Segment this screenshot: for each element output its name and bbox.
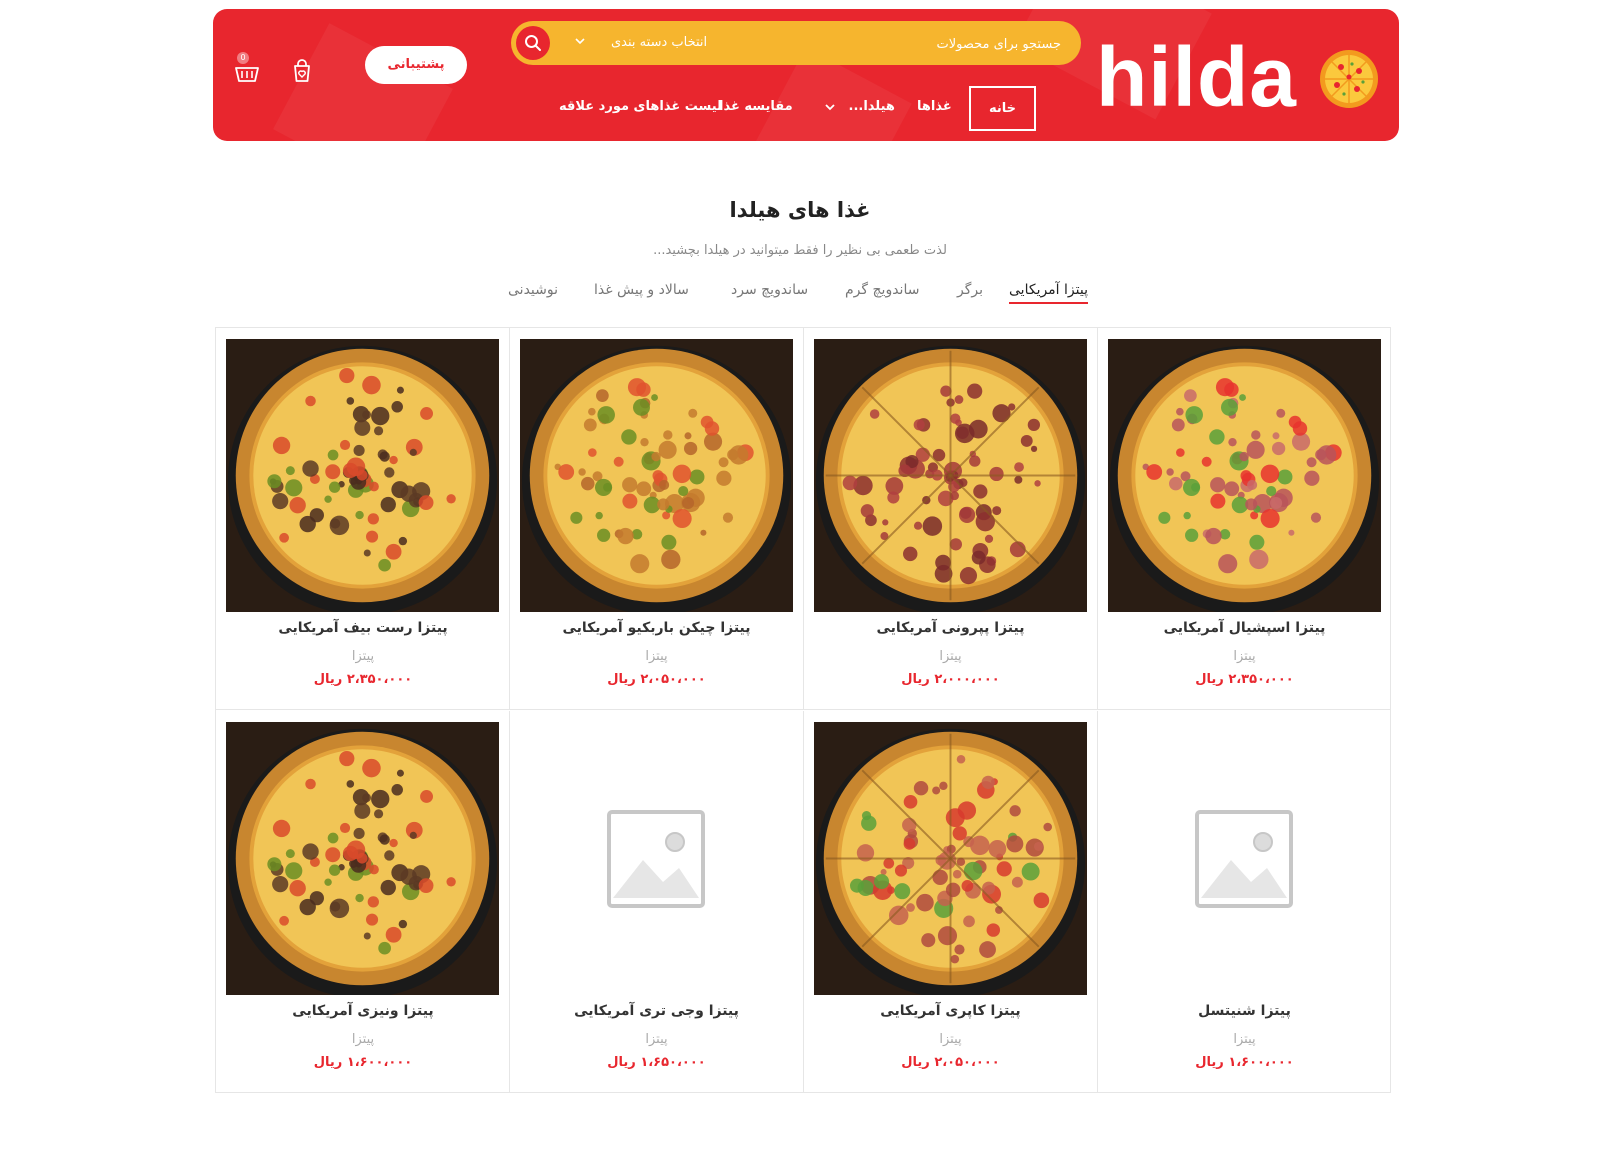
product-card[interactable]: پیتزا وجی تری آمریکایی پیتزا ۱،۶۵۰،۰۰۰ ر… xyxy=(509,711,803,1093)
product-card[interactable]: پیتزا اسپشیال آمریکایی پیتزا ۲،۳۵۰،۰۰۰ ر… xyxy=(1097,328,1391,710)
product-card[interactable]: پیتزا رست بیف آمریکایی پیتزا ۲،۳۵۰،۰۰۰ ر… xyxy=(216,328,510,710)
tab-hot-sandwich[interactable]: ساندویچ گرم xyxy=(845,282,919,302)
placeholder-image[interactable] xyxy=(520,722,793,995)
site-header: hilda انتخاب دسته بندی خانه غذاها هیلدا.… xyxy=(213,9,1399,141)
product-card[interactable]: پیتزا ونیزی آمریکایی پیتزا ۱،۶۰۰،۰۰۰ ریا… xyxy=(216,711,510,1093)
product-category[interactable]: پیتزا xyxy=(216,1032,510,1047)
product-title[interactable]: پیتزا رست بیف آمریکایی xyxy=(216,620,510,636)
product-image[interactable] xyxy=(520,339,793,612)
cart-count-badge: 0 xyxy=(237,52,249,64)
search-button[interactable] xyxy=(516,26,550,60)
search-icon xyxy=(525,35,541,51)
logo-text: hilda xyxy=(1095,30,1297,124)
product-category[interactable]: پیتزا xyxy=(510,649,803,664)
product-price: ۱،۶۰۰،۰۰۰ ریال xyxy=(313,1055,413,1070)
product-image[interactable] xyxy=(814,722,1087,995)
product-card[interactable]: پیتزا پپرونی آمریکایی پیتزا ۲،۰۰۰،۰۰۰ ری… xyxy=(803,328,1097,710)
product-title[interactable]: پیتزا وجی تری آمریکایی xyxy=(510,1003,803,1019)
product-price: ۱،۶۰۰،۰۰۰ ریال xyxy=(1195,1055,1294,1070)
product-price: ۲،۰۵۰،۰۰۰ ریال xyxy=(607,672,706,687)
product-category[interactable]: پیتزا xyxy=(216,649,510,664)
product-category[interactable]: پیتزا xyxy=(804,649,1097,664)
nav-item-compare[interactable]: مقایسه غذا xyxy=(719,86,793,128)
pizza-logo-icon xyxy=(1320,50,1378,108)
wishlist-bag-icon[interactable] xyxy=(288,56,316,84)
tab-cold-sandwich[interactable]: ساندویچ سرد xyxy=(731,282,808,302)
tab-salad-appetizer[interactable]: سالاد و پیش غذا xyxy=(594,282,689,302)
product-price: ۲،۰۵۰،۰۰۰ ریال xyxy=(901,1055,1000,1070)
chevron-down-icon xyxy=(825,103,835,110)
product-price: ۱،۶۵۰،۰۰۰ ریال xyxy=(607,1055,706,1070)
placeholder-image[interactable] xyxy=(1108,722,1381,995)
product-category[interactable]: پیتزا xyxy=(1098,1032,1391,1047)
product-title[interactable]: پیتزا پپرونی آمریکایی xyxy=(804,620,1097,636)
product-card[interactable]: پیتزا شنیتسل پیتزا ۱،۶۰۰،۰۰۰ ریال xyxy=(1097,711,1391,1093)
product-image[interactable] xyxy=(226,722,499,995)
product-title[interactable]: پیتزا ونیزی آمریکایی xyxy=(216,1003,510,1019)
product-category[interactable]: پیتزا xyxy=(510,1032,803,1047)
product-title[interactable]: پیتزا کاپری آمریکایی xyxy=(804,1003,1097,1019)
support-button[interactable]: پشتیبانی xyxy=(365,46,467,84)
product-image[interactable] xyxy=(226,339,499,612)
nav-item-hilda[interactable]: هیلدا... xyxy=(824,86,895,128)
nav-item-hilda-label: هیلدا... xyxy=(848,99,895,114)
nav-item-foods[interactable]: غذاها xyxy=(917,86,952,128)
category-tabs: پیتزا آمریکایی برگر ساندویچ گرم ساندویچ … xyxy=(0,282,1600,312)
product-grid: پیتزا اسپشیال آمریکایی پیتزا ۲،۳۵۰،۰۰۰ ر… xyxy=(215,327,1391,1093)
cart-icon[interactable] xyxy=(233,59,261,87)
logo[interactable]: hilda xyxy=(1089,35,1379,119)
product-category[interactable]: پیتزا xyxy=(1098,649,1391,664)
product-price: ۲،۳۵۰،۰۰۰ ریال xyxy=(313,672,413,687)
product-category[interactable]: پیتزا xyxy=(804,1032,1097,1047)
product-card[interactable]: پیتزا کاپری آمریکایی پیتزا ۲،۰۵۰،۰۰۰ ریا… xyxy=(803,711,1097,1093)
section-subtitle: لذت طعمی بی نظیر را فقط میتوانید در هیلد… xyxy=(653,243,947,258)
chevron-down-icon[interactable] xyxy=(573,34,587,48)
product-title[interactable]: پیتزا اسپشیال آمریکایی xyxy=(1098,620,1391,636)
product-title[interactable]: پیتزا شنیتسل xyxy=(1098,1003,1391,1019)
tab-burger[interactable]: برگر xyxy=(957,282,983,302)
product-title[interactable]: پیتزا چیکن باربکیو آمریکایی xyxy=(510,620,803,636)
nav-item-home[interactable]: خانه xyxy=(969,86,1037,131)
product-price: ۲،۰۰۰،۰۰۰ ریال xyxy=(901,672,1000,687)
product-image[interactable] xyxy=(1108,339,1381,612)
category-select[interactable]: انتخاب دسته بندی xyxy=(611,21,771,65)
tab-american-pizza[interactable]: پیتزا آمریکایی xyxy=(1009,282,1088,304)
section-title: غذا های هیلدا xyxy=(729,198,871,222)
product-card[interactable]: پیتزا چیکن باربکیو آمریکایی پیتزا ۲،۰۵۰،… xyxy=(509,328,803,710)
nav-item-wishlist[interactable]: لیست غذاهای مورد علاقه xyxy=(559,86,722,128)
product-image[interactable] xyxy=(814,339,1087,612)
search-input[interactable] xyxy=(779,21,1063,67)
search-bar: انتخاب دسته بندی xyxy=(511,21,1081,67)
product-price: ۲،۳۵۰،۰۰۰ ریال xyxy=(1195,672,1294,687)
tab-drinks[interactable]: نوشیدنی xyxy=(508,282,558,302)
